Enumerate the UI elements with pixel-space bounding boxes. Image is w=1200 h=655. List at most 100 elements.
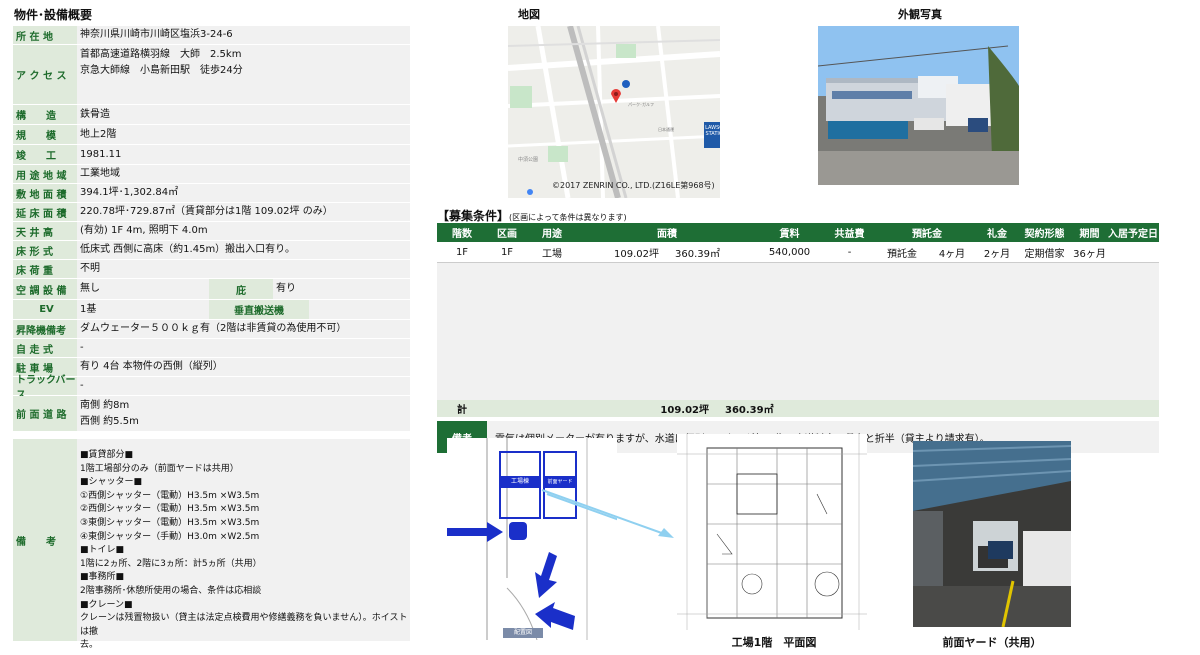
cell-common: - bbox=[847, 246, 852, 258]
spec-value: 首都高速道路横羽線 大師 2.5km 京急大師線 小島新田駅 徒歩24分 bbox=[77, 45, 410, 104]
spec-label: 庇 bbox=[209, 279, 273, 299]
spec-row-land-area: 敷 地 面 積 394.1坪･1,302.84㎡ bbox=[13, 184, 410, 203]
spec-label: 天 井 高 bbox=[13, 222, 77, 240]
spec-value: 低床式 西側に高床（約1.45m）搬出入口有り。 bbox=[77, 241, 410, 259]
spec-label: 備 考 bbox=[13, 439, 77, 641]
exterior-title: 外観写真 bbox=[898, 8, 942, 21]
spec-row-front-road: 前 面 道 路 南側 約8m 西側 約5.5m bbox=[13, 396, 410, 432]
header-deposit: 預託金 bbox=[912, 229, 942, 240]
floor-plan-caption: 工場1階 平面図 bbox=[731, 636, 817, 649]
spec-value: ダムウェーター５００ｋｇ有（2階は非賃貸の為使用不可） bbox=[77, 320, 410, 338]
header-rent: 賃料 bbox=[779, 229, 800, 240]
header-common: 共益費 bbox=[834, 229, 865, 240]
header-term: 期間 bbox=[1079, 229, 1100, 240]
layout-factory-label: 工場棟 bbox=[510, 478, 529, 485]
spec-row-floor-area: 延 床 面 積 220.78坪･729.87㎡（賃貸部分は1階 109.02坪 … bbox=[13, 203, 410, 222]
yard-photo[interactable] bbox=[913, 441, 1071, 627]
header-move-in: 入居予定日 bbox=[1108, 229, 1158, 240]
floor-plan-drawing[interactable] bbox=[677, 434, 867, 630]
road-line-1: 南側 約8m bbox=[80, 399, 130, 411]
remark-line: ③東側シャッター（電動）H3.5m ×W3.5m bbox=[80, 517, 260, 528]
cell-key-money: 2ヶ月 bbox=[983, 248, 1011, 260]
spec-value: - bbox=[77, 339, 410, 357]
conditions-title: 【募集条件】(区画によって条件は異なります) bbox=[437, 207, 627, 224]
exterior-photo[interactable] bbox=[818, 26, 1019, 185]
svg-text:中須公園: 中須公園 bbox=[518, 156, 538, 163]
total-label: 計 bbox=[457, 405, 467, 416]
map-image[interactable]: 中須公園 パーク･ガルフ 日本通運 LAWSON STATION ©2017 Z… bbox=[508, 26, 720, 198]
cell-rent: 540,000 bbox=[768, 246, 811, 258]
spec-label: 前 面 道 路 bbox=[13, 396, 77, 431]
lawson-badge: LAWSON STATION bbox=[704, 122, 720, 148]
spec-row-floor-load: 床 荷 重 不明 bbox=[13, 260, 410, 279]
spec-value: 有り bbox=[273, 279, 410, 299]
spec-label: 床 形 式 bbox=[13, 241, 77, 259]
remarks-list: ■賃貸部分■ 1階工場部分のみ（前面ヤードは共用） ■シャッター■ ①西側シャッ… bbox=[77, 439, 410, 650]
spec-row-completed: 竣 工 1981.11 bbox=[13, 145, 410, 165]
header-use: 用途 bbox=[542, 229, 562, 240]
spec-value: 394.1坪･1,302.84㎡ bbox=[77, 184, 410, 202]
conditions-total-row: 計 109.02坪 360.39㎡ bbox=[437, 400, 1159, 417]
spec-label: 床 荷 重 bbox=[13, 260, 77, 278]
spec-value bbox=[309, 300, 410, 319]
spec-label: 自 走 式 bbox=[13, 339, 77, 357]
svg-text:日本通運: 日本通運 bbox=[658, 126, 674, 132]
conditions-empty-area bbox=[437, 262, 1159, 400]
spec-row-ceiling: 天 井 高 (有効) 1F 4m, 照明下 4.0m bbox=[13, 222, 410, 241]
cell-sqm: 360.39㎡ bbox=[675, 248, 720, 260]
spec-label: 構 造 bbox=[13, 105, 77, 124]
spec-label: 垂直搬送機 bbox=[209, 300, 309, 319]
spec-value: 有り 4台 本物件の西側（縦列） bbox=[77, 358, 410, 376]
spec-value: 鉄骨造 bbox=[77, 105, 410, 124]
spec-label: 所 在 地 bbox=[13, 26, 77, 44]
cell-section: 1F bbox=[500, 246, 514, 258]
spec-label: 延 床 面 積 bbox=[13, 203, 77, 221]
cell-contract: 定期借家 bbox=[1024, 248, 1065, 260]
cell-term: 36ヶ月 bbox=[1073, 248, 1106, 260]
spec-table: 所 在 地 神奈川県川崎市川崎区塩浜3-24-6 ア ク セ ス 首都高速道路横… bbox=[13, 26, 410, 650]
conditions-header-row: 階数 区画 用途 面積 賃料 共益費 預託金 礼金 契約形態 期間 入居予定日 bbox=[437, 223, 1159, 242]
remark-line: ④東側シャッター（手動）H3.0m ×W2.5m bbox=[80, 531, 260, 542]
cell-tsubo: 109.02坪 bbox=[614, 248, 659, 260]
spec-label: ア ク セ ス bbox=[13, 45, 77, 104]
spec-value: - bbox=[77, 377, 410, 395]
spec-row-elevator-note: 昇降機備考 ダムウェーター５００ｋｇ有（2階は非賃貸の為使用不可） bbox=[13, 320, 410, 339]
connector-arrow bbox=[541, 489, 674, 538]
spec-value: 1基 bbox=[77, 300, 209, 319]
remark-line: ■賃貸部分■ bbox=[80, 450, 134, 460]
cell-floor: 1F bbox=[455, 246, 469, 258]
spec-label: 昇降機備考 bbox=[13, 320, 77, 338]
remark-line: ■クレーン■ bbox=[80, 599, 133, 610]
map-title: 地図 bbox=[518, 8, 540, 21]
spec-value: (有効) 1F 4m, 照明下 4.0m bbox=[77, 222, 410, 240]
spec-row-structure: 構 造 鉄骨造 bbox=[13, 105, 410, 125]
header-key-money: 礼金 bbox=[987, 229, 1007, 240]
remark-line: 1階工場部分のみ（前面ヤードは共用） bbox=[80, 463, 239, 474]
spec-value: 神奈川県川崎市川崎区塩浜3-24-6 bbox=[77, 26, 410, 44]
spec-row-scale: 規 模 地上2階 bbox=[13, 125, 410, 145]
header-contract: 契約形態 bbox=[1024, 229, 1065, 240]
conditions-row: 1F 1F 工場 109.02坪 360.39㎡ 540,000 - 預託金 4… bbox=[437, 242, 1159, 262]
spec-label: トラックバース bbox=[13, 375, 77, 401]
conditions-title-text: 【募集条件】 bbox=[437, 209, 510, 223]
remark-line: 去。 bbox=[80, 640, 99, 651]
spec-row-zoning: 用 途 地 域 工業地域 bbox=[13, 165, 410, 184]
cell-deposit: 4ヶ月 bbox=[938, 248, 966, 260]
cell-deposit-type: 預託金 bbox=[887, 248, 917, 260]
spec-title: 物件･設備概要 bbox=[14, 8, 93, 22]
spec-label: 敷 地 面 積 bbox=[13, 184, 77, 202]
header-section: 区画 bbox=[497, 229, 517, 240]
spec-value: 工業地域 bbox=[77, 165, 410, 183]
total-sqm: 360.39㎡ bbox=[725, 405, 774, 416]
remark-line: 1階に2ヵ所、2階に3ヵ所：計5ヵ所（共用） bbox=[80, 558, 262, 569]
spec-value: 不明 bbox=[77, 260, 410, 278]
layout-caption: 配置図 bbox=[513, 629, 532, 636]
spec-row-remarks: 備 考 ■賃貸部分■ 1階工場部分のみ（前面ヤードは共用） ■シャッター■ ①西… bbox=[13, 439, 410, 650]
access-line-2: 京急大師線 小島新田駅 徒歩24分 bbox=[80, 65, 243, 76]
spec-row-address: 所 在 地 神奈川県川崎市川崎区塩浜3-24-6 bbox=[13, 26, 410, 45]
map-credit: ©2017 ZENRIN CO., LTD.(Z16LE第968号) bbox=[552, 181, 715, 190]
remark-line: ■トイレ■ bbox=[80, 545, 125, 556]
total-tsubo: 109.02坪 bbox=[660, 405, 709, 416]
spec-value: 地上2階 bbox=[77, 125, 410, 144]
road-line-2: 西側 約5.5m bbox=[80, 415, 139, 427]
